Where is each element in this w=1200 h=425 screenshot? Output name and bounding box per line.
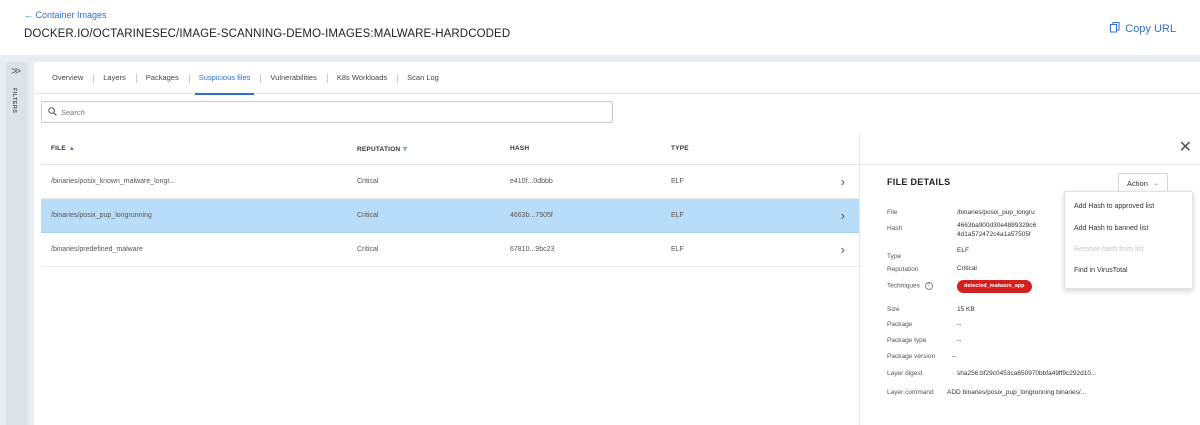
detail-reputation-label: Reputation bbox=[887, 266, 919, 273]
detail-hash-label: Hash bbox=[887, 225, 903, 232]
detail-package-type-label: Package type bbox=[887, 337, 927, 344]
file-details-title: FILE DETAILS bbox=[887, 177, 951, 187]
copy-url-button[interactable]: Copy URL bbox=[1110, 22, 1176, 36]
type-cell: ELF bbox=[671, 178, 684, 185]
column-reputation-header[interactable]: REPUTATION ▿ bbox=[357, 145, 407, 154]
detail-type-label: Type bbox=[887, 253, 902, 260]
suspicious-files-table: FILE ▲ REPUTATION ▿ HASH TYPE /binaries/… bbox=[41, 133, 859, 267]
page-header: ← Container Images DOCKER.IO/OCTARINESEC… bbox=[0, 0, 1200, 55]
detail-layer-command-value: ADD binaries/posix_pup_longrunning binar… bbox=[947, 389, 1087, 396]
main-panel: Overview Layers Packages Suspicious file… bbox=[34, 62, 1200, 425]
detail-package-version-value: -- bbox=[952, 353, 957, 360]
menu-item-add-hash-banned[interactable]: Add Hash to banned list bbox=[1074, 225, 1148, 232]
table-row[interactable]: /binaries/posix_known_malware_longr... C… bbox=[41, 165, 859, 199]
column-hash-header[interactable]: HASH bbox=[510, 145, 529, 152]
detail-reputation-value: Critical bbox=[957, 265, 977, 272]
sort-descending-icon[interactable]: ▿ bbox=[403, 145, 407, 153]
action-dropdown-button[interactable]: Action ⌄ bbox=[1118, 173, 1168, 193]
tab-vulnerabilities[interactable]: Vulnerabilities bbox=[260, 62, 326, 94]
chevron-right-icon[interactable]: › bbox=[841, 199, 845, 233]
expand-filters-icon[interactable]: ≫ bbox=[11, 66, 21, 77]
search-icon bbox=[48, 106, 57, 118]
chevron-down-icon[interactable]: ⌄ bbox=[1154, 180, 1159, 187]
detail-package-version-label: Package version bbox=[887, 353, 936, 360]
column-file-header[interactable]: FILE ▲ bbox=[51, 145, 75, 152]
reputation-cell: Critical bbox=[357, 246, 379, 253]
file-path-cell: /binaries/posix_pup_longrunning bbox=[51, 212, 152, 219]
reputation-cell: Critical bbox=[357, 178, 379, 185]
detail-file-label: File bbox=[887, 209, 898, 216]
type-cell: ELF bbox=[671, 246, 684, 253]
tab-scan-log[interactable]: Scan Log bbox=[397, 62, 449, 94]
copy-icon bbox=[1110, 22, 1120, 36]
column-type-header[interactable]: TYPE bbox=[671, 145, 689, 152]
table-row-selected[interactable]: /binaries/posix_pup_longrunning Critical… bbox=[41, 199, 859, 233]
column-hash-label[interactable]: HASH bbox=[510, 145, 529, 152]
column-reputation-label[interactable]: REPUTATION bbox=[357, 146, 400, 153]
detail-package-value: -- bbox=[957, 321, 962, 328]
chevron-right-icon[interactable]: › bbox=[841, 165, 845, 199]
tab-k8s-workloads[interactable]: K8s Workloads bbox=[326, 62, 397, 94]
action-label[interactable]: Action bbox=[1127, 179, 1148, 188]
column-file-label[interactable]: FILE bbox=[51, 145, 66, 152]
close-icon[interactable]: ✕ bbox=[1179, 137, 1192, 157]
tab-layers[interactable]: Layers bbox=[93, 62, 136, 94]
table-header: FILE ▲ REPUTATION ▿ HASH TYPE bbox=[41, 133, 859, 165]
chevron-right-icon[interactable]: › bbox=[841, 233, 845, 267]
menu-item-add-hash-approved[interactable]: Add Hash to approved list bbox=[1074, 203, 1154, 210]
techniques-label-text: Techniques bbox=[887, 282, 920, 290]
tab-suspicious-files[interactable]: Suspicious files bbox=[188, 62, 261, 95]
detail-size-label: Size bbox=[887, 306, 900, 313]
detail-layer-digest-label: Layer digest bbox=[887, 370, 923, 377]
tab-overview[interactable]: Overview bbox=[42, 62, 93, 94]
search-box[interactable] bbox=[41, 101, 613, 123]
menu-item-find-virustotal[interactable]: Find in VirusTotal bbox=[1074, 267, 1128, 274]
table-row[interactable]: /binaries/predefined_malware Critical 67… bbox=[41, 233, 859, 267]
menu-item-remove-hash: Remove hash from list bbox=[1074, 246, 1144, 253]
sort-ascending-icon[interactable]: ▲ bbox=[69, 146, 75, 152]
detail-package-label: Package bbox=[887, 321, 913, 328]
detail-size-value: 15 KB bbox=[957, 306, 975, 313]
detail-hash-value-line2: 4d1a572472c4a1a57505f bbox=[957, 231, 1031, 238]
detail-techniques-label: Techniques ? bbox=[887, 282, 933, 290]
action-menu: Add Hash to approved list Add Hash to ba… bbox=[1064, 191, 1193, 289]
file-path-cell: /binaries/predefined_malware bbox=[51, 246, 143, 253]
column-type-label[interactable]: TYPE bbox=[671, 145, 689, 152]
filters-sidebar[interactable]: ≫ FILTERS bbox=[6, 62, 28, 425]
detail-layer-command-label: Layer command bbox=[887, 389, 934, 396]
detail-type-value: ELF bbox=[957, 247, 969, 254]
back-to-container-images-link[interactable]: ← Container Images bbox=[24, 10, 107, 20]
details-divider bbox=[860, 164, 1200, 165]
detail-hash-value-line1: 4663ba900d30e4889329c6 bbox=[957, 222, 1037, 229]
reputation-cell: Critical bbox=[357, 212, 379, 219]
hash-cell: 4663b...7505f bbox=[510, 212, 553, 219]
tab-packages[interactable]: Packages bbox=[135, 62, 189, 94]
detail-layer-digest-value: sha256:bf29c0453ca650970bbfa49ff9c292d10… bbox=[957, 370, 1097, 377]
tab-bar: Overview Layers Packages Suspicious file… bbox=[34, 62, 1200, 95]
technique-badge: detected_malware_app bbox=[957, 280, 1032, 293]
type-cell: ELF bbox=[671, 212, 684, 219]
search-input[interactable] bbox=[61, 107, 581, 117]
hash-cell: e410f...0dbbb bbox=[510, 178, 553, 185]
hash-cell: 67810...9bc23 bbox=[510, 246, 555, 253]
copy-url-label[interactable]: Copy URL bbox=[1125, 23, 1176, 35]
detail-package-type-value: -- bbox=[957, 337, 962, 344]
filters-label: FILTERS bbox=[11, 88, 17, 114]
page-title: DOCKER.IO/OCTARINESEC/IMAGE-SCANNING-DEM… bbox=[24, 28, 511, 40]
help-icon[interactable]: ? bbox=[924, 282, 933, 290]
back-link-label[interactable]: ← Container Images bbox=[24, 10, 107, 20]
detail-file-value: /binaries/posix_pup_longru bbox=[957, 209, 1035, 216]
file-path-cell: /binaries/posix_known_malware_longr... bbox=[51, 178, 176, 185]
